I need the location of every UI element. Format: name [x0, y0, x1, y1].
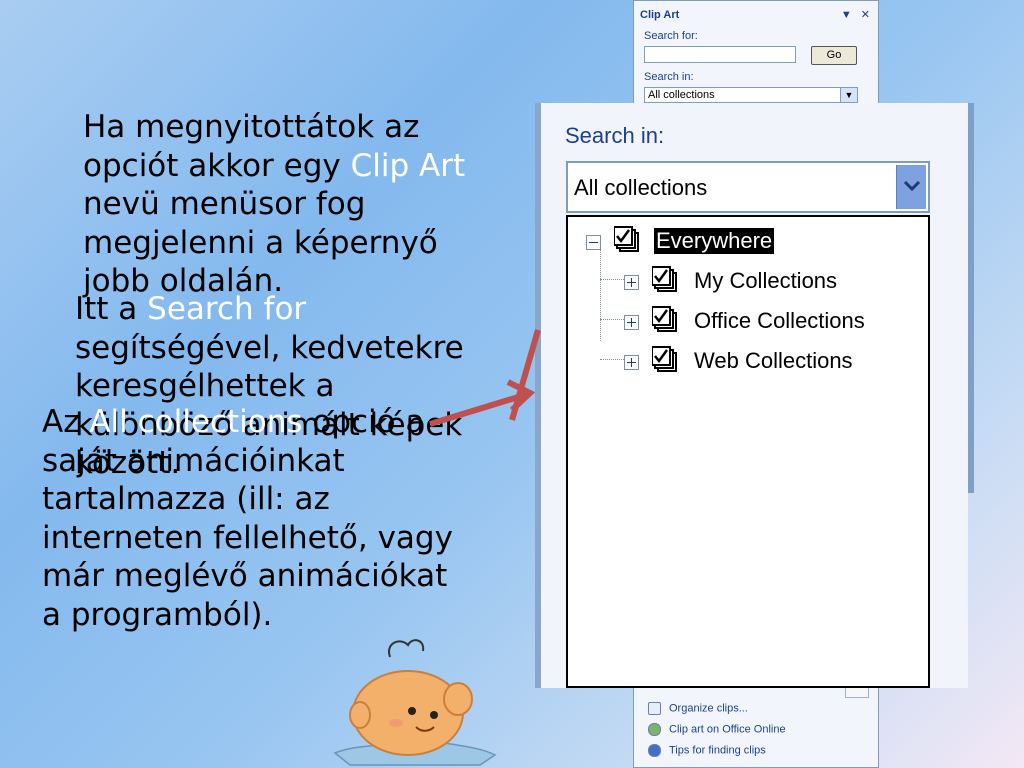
tree-node-label: Office Collections	[694, 308, 865, 333]
pane-controls: ▼ ✕	[841, 8, 870, 21]
checkbox-icon[interactable]	[651, 345, 680, 381]
baby-clipart-icon	[333, 639, 497, 766]
zoomed-search-in-label: Search in:	[565, 123, 665, 148]
help-icon	[648, 744, 661, 757]
tree-node-label: Everywhere	[652, 227, 776, 255]
search-in-select[interactable]: All collections ▼	[644, 87, 858, 103]
expand-icon[interactable]	[624, 355, 639, 370]
globe-icon	[648, 723, 661, 736]
chevron-down-icon[interactable]: ▼	[840, 88, 857, 102]
expand-icon[interactable]	[624, 315, 639, 330]
organize-clips-link[interactable]: Organize clips...	[648, 702, 748, 715]
slide-paragraph-clip-art: Ha megnyitottátok az opciót akkor egy Cl…	[83, 109, 466, 299]
tree-node-label: My Collections	[694, 268, 838, 293]
search-for-label: Search for:	[644, 30, 698, 42]
search-in-select-value: All collections	[648, 89, 715, 101]
checkbox-icon[interactable]	[613, 225, 642, 261]
collapse-icon[interactable]	[586, 235, 601, 250]
tips-link[interactable]: Tips for finding clips	[648, 744, 766, 757]
tree-node-label: Web Collections	[694, 348, 853, 373]
expand-icon[interactable]	[624, 275, 639, 290]
go-button[interactable]: Go	[811, 46, 857, 65]
zoomed-select-value: All collections	[574, 175, 708, 200]
checkbox-icon[interactable]	[651, 265, 680, 301]
arrow-to-dropdown	[509, 329, 541, 421]
checkbox-icon[interactable]	[651, 305, 680, 341]
collections-tree: Everywhere My Collections Office Collect…	[566, 215, 930, 688]
pane-title: Clip Art	[640, 9, 680, 21]
zoomed-search-in-dropdown: Search in: All collections Everywhere My…	[535, 103, 968, 688]
search-in-label: Search in:	[644, 71, 694, 83]
organize-icon	[648, 702, 661, 715]
clip-art-online-link[interactable]: Clip art on Office Online	[648, 723, 786, 736]
close-icon[interactable]: ✕	[861, 9, 870, 21]
pane-menu-icon[interactable]: ▼	[841, 9, 852, 21]
zoomed-search-in-select[interactable]: All collections	[566, 161, 930, 213]
pointer-arrows	[429, 329, 541, 427]
search-input[interactable]	[644, 46, 796, 63]
chevron-down-icon[interactable]	[896, 165, 926, 209]
